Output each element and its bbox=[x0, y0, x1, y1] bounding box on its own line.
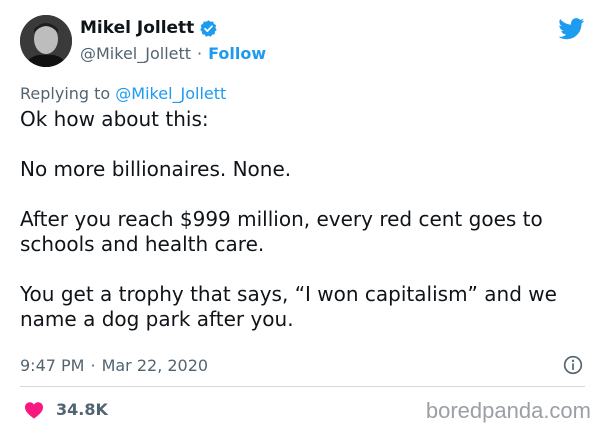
heart-icon bbox=[25, 401, 43, 419]
avatar[interactable] bbox=[20, 15, 72, 67]
tweet-time: 9:47 PM bbox=[20, 356, 85, 375]
follow-button[interactable]: Follow bbox=[208, 44, 266, 63]
like-button[interactable]: 34.8K bbox=[24, 400, 108, 419]
tweet-paragraph: Ok how about this: bbox=[20, 107, 209, 131]
author-handle[interactable]: @Mikel_Jollett bbox=[80, 44, 191, 63]
author-handle-row: @Mikel_Jollett · Follow bbox=[80, 44, 266, 63]
tweet-paragraph: After you reach $999 million, every red … bbox=[20, 207, 543, 256]
tweet-timestamp[interactable]: 9:47 PM · Mar 22, 2020 bbox=[20, 356, 208, 375]
divider bbox=[20, 386, 585, 387]
verified-badge-icon bbox=[200, 19, 217, 37]
watermark: boredpanda.com bbox=[425, 398, 591, 423]
timestamp-separator: · bbox=[90, 356, 96, 375]
tweet-text: Ok how about this: No more billionaires.… bbox=[20, 107, 585, 332]
replying-to: Replying to @Mikel_Jollett bbox=[20, 84, 226, 103]
tweet-paragraph: You get a trophy that says, “I won capit… bbox=[20, 282, 557, 331]
handle-separator: · bbox=[197, 44, 203, 63]
avatar-portrait-image bbox=[20, 15, 72, 67]
tweet-card: Mikel Jollett @Mikel_Jollett · Follow Re… bbox=[0, 0, 605, 434]
replying-mention[interactable]: @Mikel_Jollett bbox=[115, 84, 226, 103]
like-count: 34.8K bbox=[56, 400, 108, 419]
tweet-paragraph: No more billionaires. None. bbox=[20, 157, 292, 181]
info-icon[interactable] bbox=[563, 355, 583, 375]
tweet-date: Mar 22, 2020 bbox=[101, 356, 209, 375]
author-name-row: Mikel Jollett bbox=[80, 18, 218, 38]
author-name[interactable]: Mikel Jollett bbox=[80, 18, 194, 38]
replying-prefix: Replying to bbox=[20, 84, 111, 103]
twitter-bird-icon[interactable] bbox=[558, 18, 585, 40]
